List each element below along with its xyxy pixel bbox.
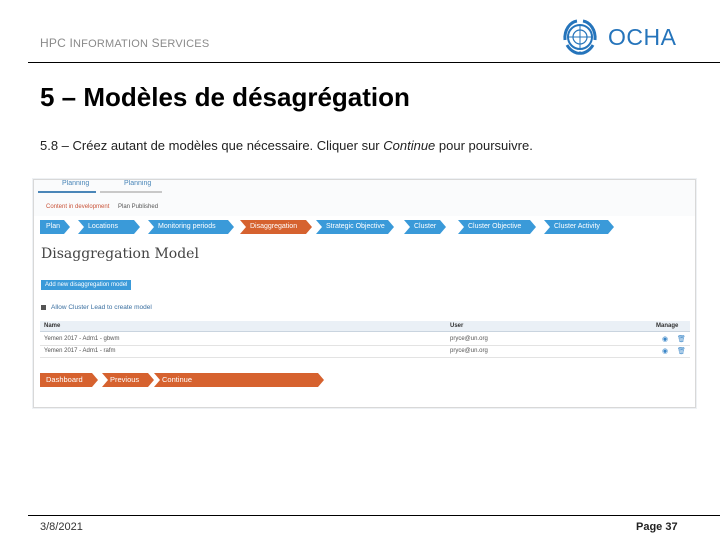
stage-status: Content in development xyxy=(46,204,110,210)
org-name-part: NFORMATION xyxy=(73,38,149,50)
org-name-part: S xyxy=(148,36,160,50)
step-cluster[interactable]: Cluster xyxy=(404,220,446,234)
logo-text: OCHA xyxy=(608,23,677,50)
section-heading: Disaggregation Model xyxy=(41,246,199,262)
un-emblem-icon xyxy=(563,19,597,55)
row-user: pryce@un.org xyxy=(450,336,488,342)
step-cluster-activity[interactable]: Cluster Activity xyxy=(544,220,614,234)
page-number: Page 37 xyxy=(636,521,678,533)
subtitle-continue-word: Continue xyxy=(383,138,436,153)
row-name: Yemen 2017 - Adm1 - rafm xyxy=(44,348,116,354)
continue-button[interactable]: Continue xyxy=(154,373,324,387)
step-strategic-objective[interactable]: Strategic Objective xyxy=(316,220,394,234)
column-name: Name xyxy=(44,323,61,329)
previous-button[interactable]: Previous xyxy=(102,373,154,387)
checkbox[interactable] xyxy=(41,304,46,310)
view-icon[interactable]: ◉ xyxy=(662,347,668,355)
footer-divider xyxy=(28,515,720,516)
table-row: Yemen 2017 - Adm1 - rafm pryce@un.org ◉ … xyxy=(40,346,690,358)
step-cluster-objective[interactable]: Cluster Objective xyxy=(458,220,536,234)
bottom-navigation: Dashboard Previous Continue xyxy=(40,373,340,387)
stage-progress xyxy=(100,191,162,193)
allow-label: Allow Cluster Lead to create model xyxy=(51,304,152,311)
org-name-part: HPC I xyxy=(40,36,74,50)
subtitle-text: 5.8 – Créez autant de modèles que nécess… xyxy=(40,138,384,153)
ocha-logo: OCHA xyxy=(560,18,676,56)
delete-icon[interactable]: 🗑 xyxy=(677,347,686,355)
step-locations[interactable]: Locations xyxy=(78,220,140,234)
column-user: User xyxy=(450,323,464,329)
add-disaggregation-model-button[interactable]: Add new disaggregation model xyxy=(41,280,132,290)
slide-title: 5 – Modèles de désagrégation xyxy=(40,82,410,112)
app-screenshot: Planning Planning Content in development… xyxy=(33,179,696,408)
table-row: Yemen 2017 - Adm1 - gbwm pryce@un.org ◉ … xyxy=(40,334,690,346)
row-name: Yemen 2017 - Adm1 - gbwm xyxy=(44,336,120,342)
row-user: pryce@un.org xyxy=(450,348,488,354)
wizard-steps: Plan Locations Monitoring periods Disagg… xyxy=(40,220,690,234)
table-header: Name User Manage xyxy=(40,321,690,332)
view-icon[interactable]: ◉ xyxy=(662,335,668,343)
step-monitoring-periods[interactable]: Monitoring periods xyxy=(148,220,234,234)
header-divider xyxy=(28,62,720,63)
step-disaggregation[interactable]: Disaggregation xyxy=(240,220,312,234)
org-name-part: ERVICES xyxy=(159,38,210,50)
delete-icon[interactable]: 🗑 xyxy=(677,335,686,343)
stage-progress xyxy=(38,191,96,193)
stage-status: Plan Published xyxy=(118,204,159,210)
stage-label: Planning xyxy=(62,180,90,187)
slide-subtitle: 5.8 – Créez autant de modèles que nécess… xyxy=(40,138,533,153)
stage-label: Planning xyxy=(124,180,152,187)
slide-date: 3/8/2021 xyxy=(40,521,83,533)
column-manage: Manage xyxy=(656,323,679,329)
dashboard-button[interactable]: Dashboard xyxy=(40,373,98,387)
subtitle-text-end: pour poursuivre. xyxy=(435,138,533,153)
step-plan[interactable]: Plan xyxy=(40,220,70,234)
allow-cluster-lead-option[interactable]: Allow Cluster Lead to create model xyxy=(41,304,152,311)
org-name: HPC INFORMATION SERVICES xyxy=(40,36,209,50)
